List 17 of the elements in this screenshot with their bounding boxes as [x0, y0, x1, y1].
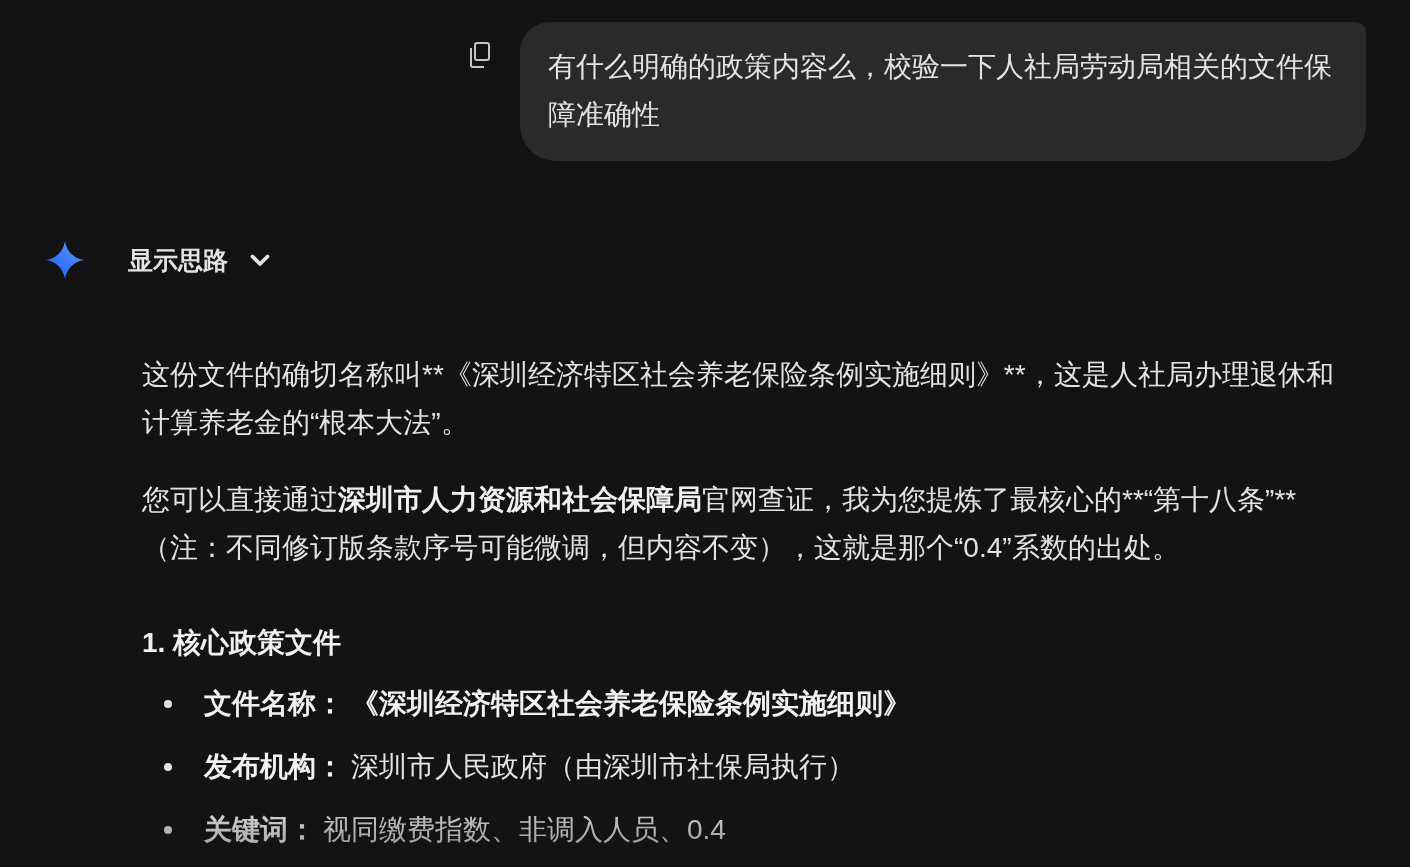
- section-heading: 1. 核心政策文件: [142, 626, 343, 660]
- bullet-icon: [164, 826, 172, 834]
- sparkle-icon: [46, 241, 84, 279]
- chevron-down-icon: [250, 253, 270, 267]
- item-label: 关键词：: [204, 813, 316, 847]
- item-label: 发布机构：: [204, 750, 344, 784]
- user-message: 有什么明确的政策内容么，校验一下人社局劳动局相关的文件保障准确性: [520, 22, 1366, 161]
- item-value: 视同缴费指数、非调入人员、0.4: [323, 813, 726, 847]
- paragraph: 您可以直接通过深圳市人力资源和社会保障局官网查证，我为您提炼了最核心的**“第十八条”** （注：不同修订版条款序号可能微调，但内容不变），这就是那个“0.4”系数的出处。: [142, 483, 1298, 565]
- bullet-icon: [164, 763, 172, 771]
- item-value: 《深圳经济特区社会养老保险条例实施细则》: [351, 687, 911, 721]
- bullet-icon: [164, 700, 172, 708]
- item-label: 文件名称：: [204, 687, 344, 721]
- item-value: 深圳市人民政府（由深圳市社保局执行）: [351, 750, 855, 784]
- show-thinking-button[interactable]: 显示思路: [128, 236, 270, 284]
- copy-icon[interactable]: [468, 42, 490, 68]
- paragraph: 这份文件的确切名称叫**《深圳经济特区社会养老保险条例实施细则》**，这是人社局办理退休和计算养老金的“根本大法”。: [142, 358, 1335, 440]
